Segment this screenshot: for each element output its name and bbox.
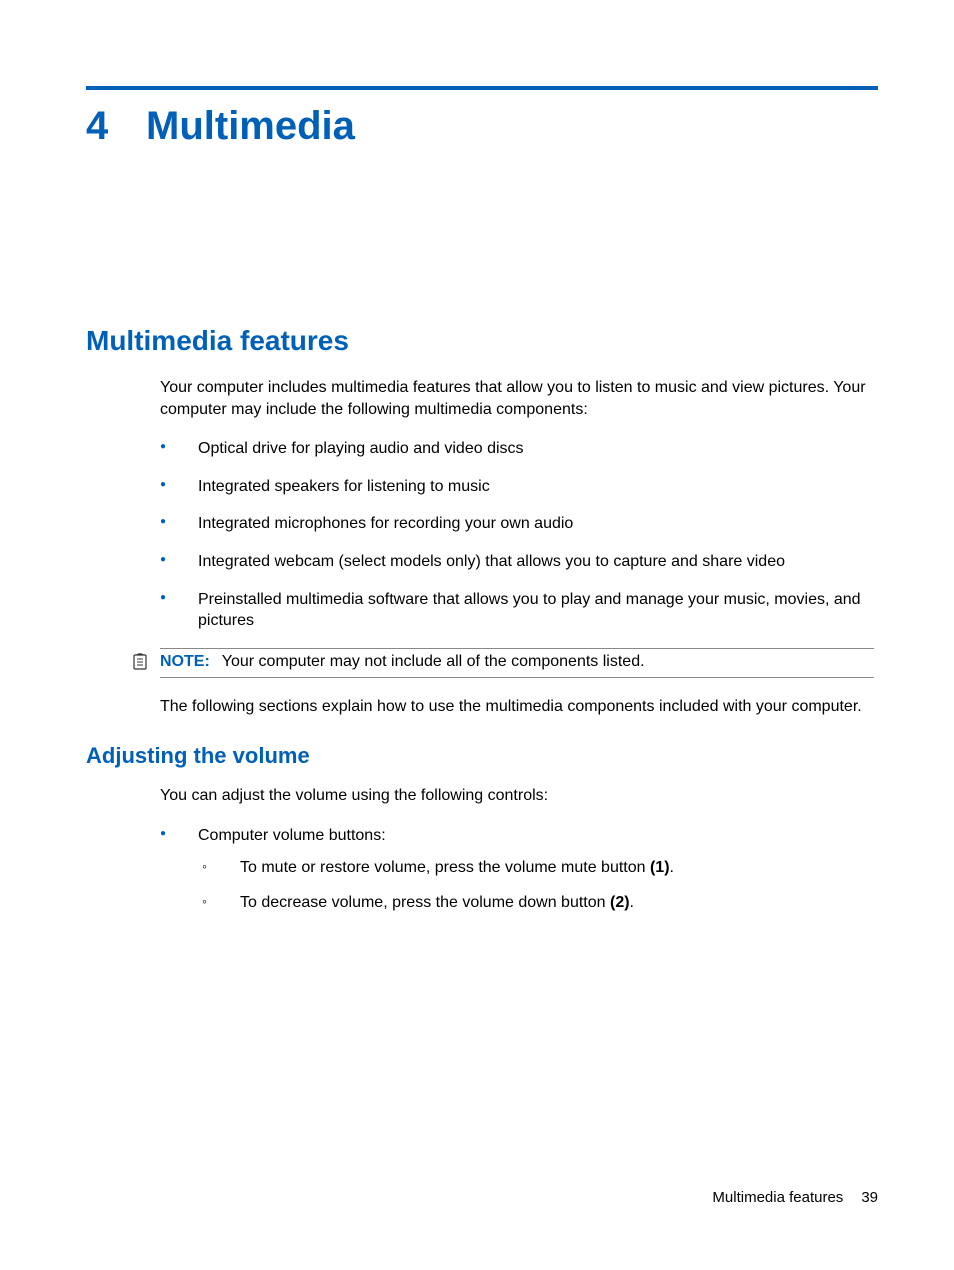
list-item: Computer volume buttons: To mute or rest… [160,825,878,914]
list-item: Preinstalled multimedia software that al… [160,589,878,632]
after-note-paragraph: The following sections explain how to us… [160,696,874,718]
footer-section-name: Multimedia features [712,1189,843,1206]
chapter-title: Multimedia [146,104,355,149]
footer-page-number: 39 [861,1189,878,1206]
list-item: Optical drive for playing audio and vide… [160,438,878,460]
subsection-heading: Adjusting the volume [86,743,878,769]
sub-item-ref: (1) [650,859,670,876]
section-heading: Multimedia features [86,325,878,357]
intro-paragraph: Your computer includes multimedia featur… [160,377,874,420]
sub-item-text: To decrease volume, press the volume dow… [240,894,610,911]
sub-bullet-list: To mute or restore volume, press the vol… [198,857,878,914]
list-item: Integrated microphones for recording you… [160,513,878,535]
chapter-rule [86,86,878,90]
list-item: Integrated speakers for listening to mus… [160,476,878,498]
subsection-intro: You can adjust the volume using the foll… [160,785,874,807]
page-footer: Multimedia features 39 [712,1189,878,1206]
sub-item-suffix: . [630,894,634,911]
list-item: Integrated webcam (select models only) t… [160,551,878,573]
sub-item-text: To mute or restore volume, press the vol… [240,859,650,876]
sub-item-suffix: . [670,859,674,876]
note-block: NOTE: Your computer may not include all o… [160,648,874,678]
sub-item-ref: (2) [610,894,630,911]
chapter-heading: 4 Multimedia [86,104,878,149]
note-label: NOTE: [160,653,210,670]
document-page: 4 Multimedia Multimedia features Your co… [0,0,954,1270]
feature-bullet-list: Optical drive for playing audio and vide… [160,438,878,632]
list-item-label: Computer volume buttons: [198,827,386,844]
list-item: To decrease volume, press the volume dow… [198,892,878,914]
note-icon [132,653,150,676]
note-text: Your computer may not include all of the… [222,653,645,670]
chapter-number: 4 [86,104,146,149]
list-item: To mute or restore volume, press the vol… [198,857,878,879]
volume-bullet-list: Computer volume buttons: To mute or rest… [160,825,878,914]
